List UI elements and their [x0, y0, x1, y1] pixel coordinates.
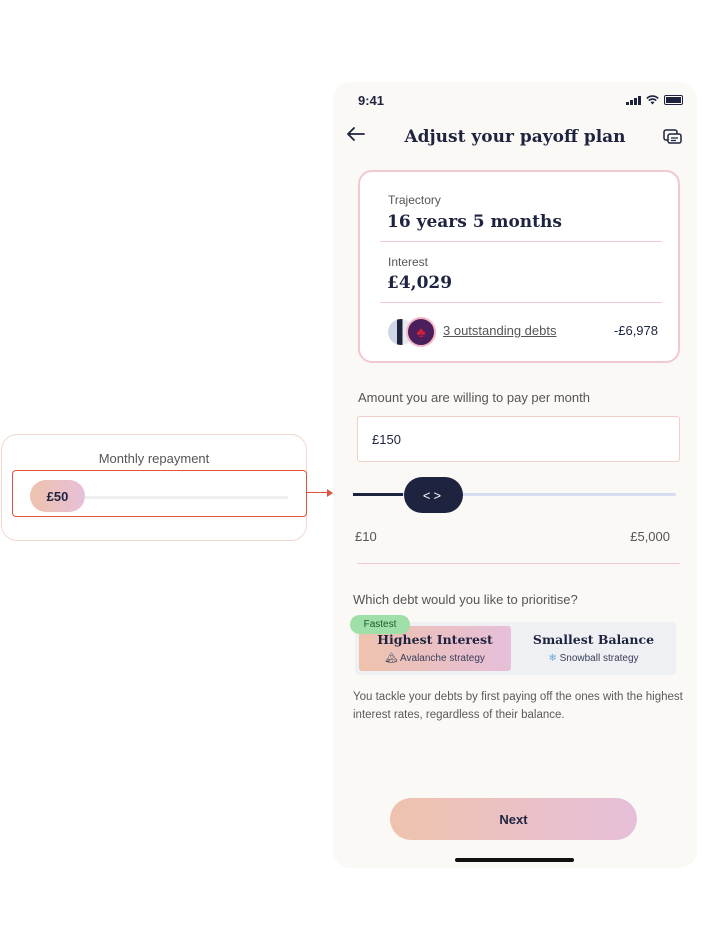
summary-divider — [380, 241, 662, 242]
summary-divider — [380, 302, 662, 303]
strategy-description: You tackle your debts by first paying of… — [353, 691, 683, 721]
prioritise-label: Which debt would you like to prioritise? — [353, 592, 578, 607]
section-divider — [357, 563, 680, 564]
chat-button[interactable] — [663, 129, 682, 151]
annotation-slider-pill: £50 — [30, 480, 85, 512]
amount-slider-track[interactable] — [353, 493, 676, 496]
plan-summary-card: Trajectory 16 years 5 months Interest £4… — [358, 170, 680, 363]
debt-avatars: ♣ — [388, 317, 438, 347]
trajectory-label: Trajectory — [388, 193, 441, 207]
snowflake-icon: ❄ — [548, 653, 557, 664]
slider-max-label: £5,000 — [630, 529, 670, 544]
home-indicator — [455, 858, 574, 862]
slider-min-label: £10 — [355, 529, 377, 544]
interest-label: Interest — [388, 255, 429, 269]
option-subtitle: 🏔 Avalanche strategy — [359, 653, 511, 664]
amount-label: Amount you are willing to pay per month — [358, 390, 590, 405]
strategy-option-smallest-balance[interactable]: Smallest Balance ❄ Snowball strategy — [515, 626, 672, 671]
option-subtitle: ❄ Snowball strategy — [515, 653, 672, 664]
next-button[interactable]: Next — [390, 798, 637, 840]
trajectory-value: 16 years 5 months — [387, 212, 562, 232]
wifi-icon — [646, 95, 659, 105]
signal-icon — [626, 95, 641, 105]
outstanding-debts-link[interactable]: 3 outstanding debts — [443, 323, 556, 338]
annotation-title: Monthly repayment — [98, 451, 210, 466]
fastest-badge: Fastest — [350, 615, 410, 634]
option-subtitle-text: Avalanche strategy — [400, 653, 485, 664]
chat-bubbles-icon — [663, 129, 682, 144]
bank-logo-icon: ♣ — [406, 317, 436, 347]
status-icons — [626, 95, 683, 105]
interest-value: £4,029 — [387, 273, 453, 293]
phone-screen: 9:41 Adjust your payoff plan Trajectory … — [333, 82, 697, 868]
monthly-amount-input[interactable]: £150 — [357, 416, 680, 462]
option-subtitle-text: Snowball strategy — [559, 653, 639, 664]
option-title: Smallest Balance — [532, 632, 655, 647]
debts-total-amount: -£6,978 — [613, 323, 658, 338]
status-time: 9:41 — [358, 93, 385, 108]
option-title: Highest Interest — [377, 632, 493, 647]
page-title: Adjust your payoff plan — [404, 127, 626, 147]
amount-slider-handle[interactable]: <> — [404, 477, 463, 513]
annotation-arrow-line — [307, 492, 329, 493]
mountain-icon: 🏔 — [385, 653, 398, 664]
amount-slider-fill — [353, 493, 403, 496]
battery-icon — [664, 95, 683, 105]
